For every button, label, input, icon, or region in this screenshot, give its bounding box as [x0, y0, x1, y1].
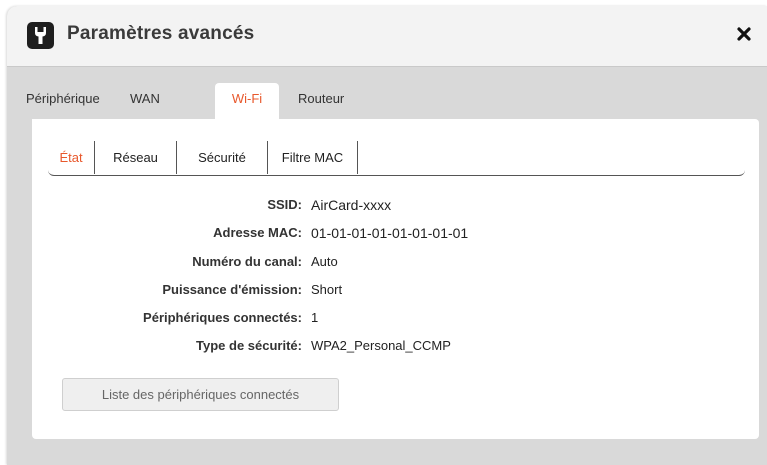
info-value: 01-01-01-01-01-01-01-01: [311, 225, 469, 241]
info-row-security-type: Type de sécurité: WPA2_Personal_CCMP: [32, 338, 759, 362]
info-value: Short: [311, 282, 343, 297]
info-value: Auto: [311, 254, 338, 269]
subtab-etat[interactable]: État: [48, 141, 95, 174]
info-value: WPA2_Personal_CCMP: [311, 338, 451, 353]
wrench-icon: [27, 22, 54, 49]
tab-wifi[interactable]: Wi-Fi: [215, 83, 279, 119]
advanced-settings-dialog: Paramètres avancés Périphérique WAN Wi-F…: [7, 6, 767, 465]
subtab-reseau[interactable]: Réseau: [95, 141, 177, 174]
info-row-tx-power: Puissance d'émission: Short: [32, 282, 759, 306]
info-label: Numéro du canal:: [192, 254, 302, 269]
info-row-ssid: SSID: AirCard-xxxx: [32, 197, 759, 221]
info-value: 1: [311, 310, 319, 325]
info-row-mac: Adresse MAC: 01-01-01-01-01-01-01-01: [32, 225, 759, 249]
info-label: SSID:: [267, 197, 302, 212]
info-row-channel: Numéro du canal: Auto: [32, 254, 759, 278]
info-label: Puissance d'émission:: [162, 282, 302, 297]
subtab-filtre-mac[interactable]: Filtre MAC: [268, 141, 358, 174]
tab-routeur[interactable]: Routeur: [298, 91, 344, 106]
tab-wan[interactable]: WAN: [130, 91, 160, 106]
main-tabs: Périphérique WAN Wi-Fi Routeur: [7, 66, 767, 119]
dialog-title: Paramètres avancés: [67, 23, 255, 44]
info-value: AirCard-xxxx: [311, 197, 392, 213]
connected-devices-list-button[interactable]: Liste des périphériques connectés: [62, 378, 339, 411]
info-label: Périphériques connectés:: [143, 310, 302, 325]
dialog-titlebar: Paramètres avancés: [7, 6, 767, 67]
subtab-securite[interactable]: Sécurité: [177, 141, 268, 174]
tab-peripherique[interactable]: Périphérique: [26, 91, 100, 106]
info-label: Adresse MAC:: [213, 225, 302, 240]
info-label: Type de sécurité:: [196, 338, 302, 353]
wifi-panel: État Réseau Sécurité Filtre MAC SSID: Ai…: [32, 119, 759, 439]
close-icon[interactable]: [735, 25, 753, 43]
sub-tabs: État Réseau Sécurité Filtre MAC: [48, 141, 745, 176]
info-row-connected: Périphériques connectés: 1: [32, 310, 759, 334]
